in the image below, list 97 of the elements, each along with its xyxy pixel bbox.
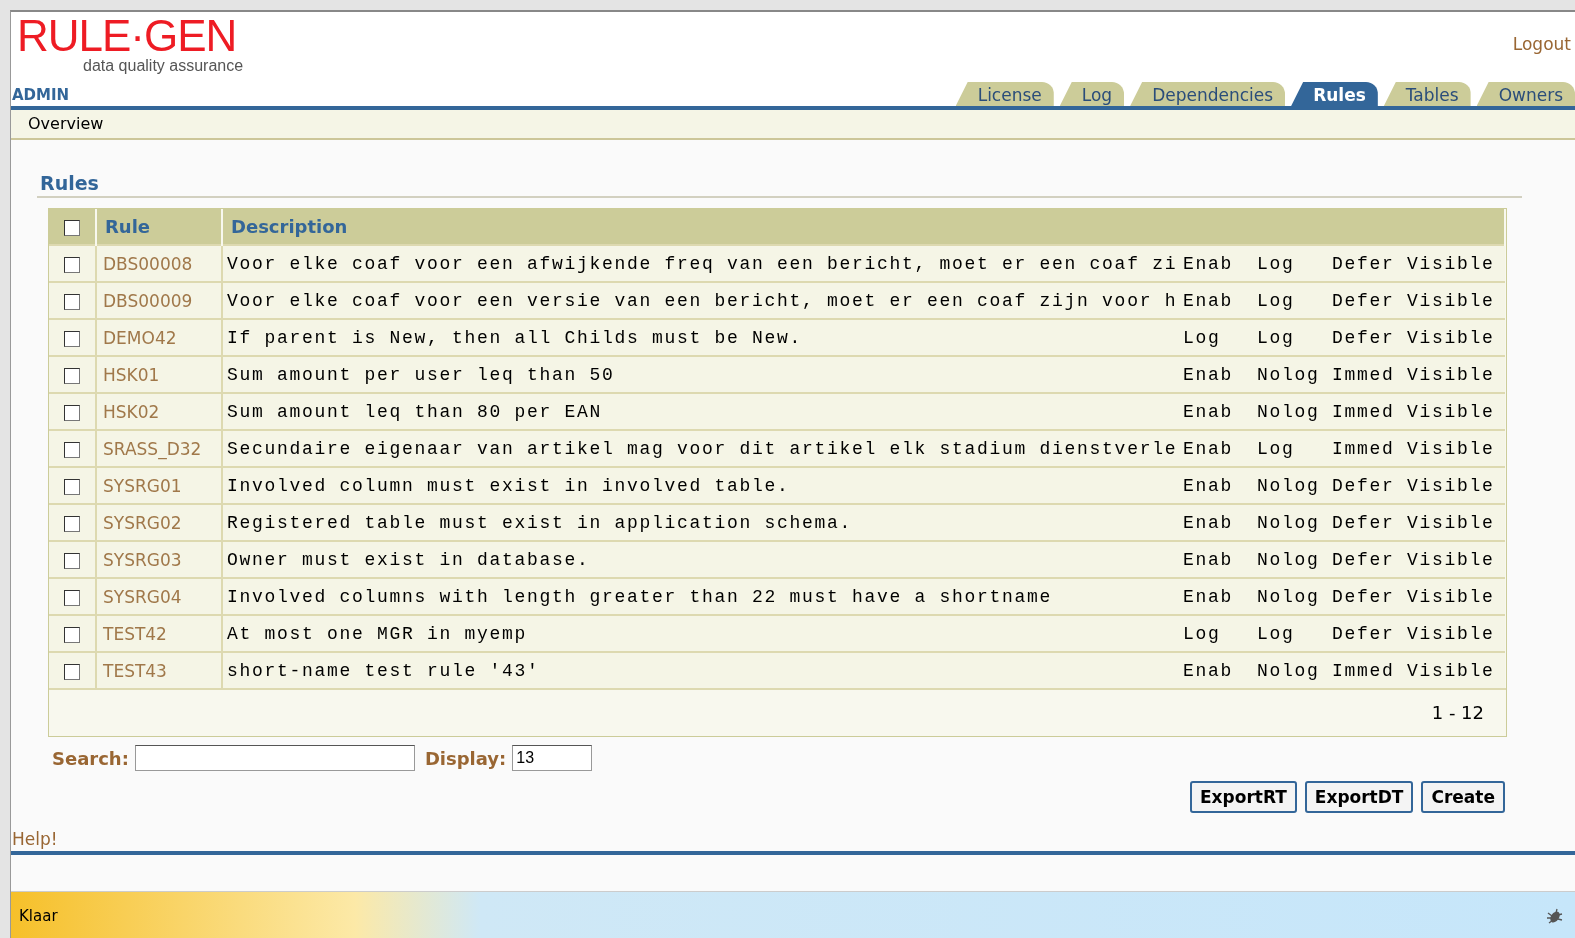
search-label: Search: <box>52 747 129 769</box>
table-cell: Visible <box>1403 578 1505 615</box>
table-cell: Enab <box>1179 467 1253 504</box>
description-cell: short-name test rule '43' <box>222 652 1179 688</box>
description-cell: Owner must exist in database. <box>222 541 1179 578</box>
nav-tab[interactable]: Tables <box>1383 82 1471 106</box>
row-checkbox[interactable] <box>64 552 80 569</box>
table-cell: Visible <box>1403 430 1505 467</box>
table-cell: Visible <box>1403 504 1505 541</box>
section-heading: Rules <box>37 172 1522 198</box>
table-cell: Nolog <box>1253 578 1328 615</box>
nav-tab[interactable]: Owners <box>1476 82 1575 106</box>
table-cell: Visible <box>1403 615 1505 652</box>
action-button[interactable]: ExportRT <box>1189 781 1297 813</box>
help-link[interactable]: Help! <box>12 829 58 849</box>
table-cell: Nolog <box>1253 393 1328 430</box>
table-cell: Enab <box>1179 356 1253 393</box>
table-cell: Visible <box>1403 467 1505 504</box>
description-cell: Sum amount per user leq than 50 <box>222 356 1179 393</box>
table-cell: Defer <box>1328 467 1403 504</box>
table-cell: Nolog <box>1253 541 1328 578</box>
table-cell: Immed <box>1328 356 1403 393</box>
display-field[interactable]: 13 <box>512 745 593 771</box>
table-cell: Nolog <box>1253 652 1328 688</box>
table-cell: Enab <box>1179 504 1253 541</box>
action-button[interactable]: Create <box>1421 781 1505 813</box>
row-checkbox[interactable] <box>64 330 80 347</box>
description-cell: Voor elke coaf voor een versie van een bericht, moet er een coaf zijn voor h <box>222 282 1179 319</box>
select-all-checkbox[interactable] <box>64 220 80 236</box>
description-cell: Involved columns with length greater than 22 must have a shortname <box>222 578 1179 615</box>
table-cell: Visible <box>1403 356 1505 393</box>
nav-tab[interactable]: Log <box>1059 82 1125 106</box>
table-cell: Defer <box>1328 245 1403 282</box>
nav-tab[interactable]: Dependencies <box>1130 82 1286 106</box>
column-header[interactable]: Rule <box>96 209 222 245</box>
table-cell: Visible <box>1403 541 1505 578</box>
description-cell: If parent is New, then all Childs must be New. <box>222 319 1179 356</box>
description-cell: Sum amount leq than 80 per EAN <box>222 393 1179 430</box>
table-cell: Defer <box>1328 541 1403 578</box>
description-cell: Secundaire eigenaar van artikel mag voor dit artikel elk stadium dienstverle <box>222 430 1179 467</box>
table-cell: Defer <box>1328 282 1403 319</box>
description-cell: At most one MGR in myemp <box>222 615 1179 652</box>
table-cell: Nolog <box>1253 467 1328 504</box>
table-cell: Defer <box>1328 504 1403 541</box>
row-checkbox[interactable] <box>64 663 80 680</box>
table-cell: Defer <box>1328 578 1403 615</box>
table-cell: Defer <box>1328 615 1403 652</box>
nav-tab[interactable]: Rules <box>1291 82 1378 106</box>
row-checkbox[interactable] <box>64 293 80 310</box>
overview-link[interactable]: Overview <box>28 114 104 133</box>
table-cell: Enab <box>1179 245 1253 282</box>
row-checkbox[interactable] <box>64 256 80 273</box>
table-cell: Visible <box>1403 393 1505 430</box>
record-range: 1 - 12 <box>1431 702 1484 723</box>
table-cell: Log <box>1253 615 1328 652</box>
table-cell: Immed <box>1328 652 1403 688</box>
row-checkbox[interactable] <box>64 626 80 643</box>
table-cell: Log <box>1253 430 1328 467</box>
status-text: Klaar <box>19 907 58 925</box>
table-cell: Immed <box>1328 430 1403 467</box>
row-checkbox[interactable] <box>64 404 80 421</box>
column-header[interactable]: Description <box>222 209 1505 245</box>
table-cell: Enab <box>1179 541 1253 578</box>
action-button[interactable]: ExportDT <box>1304 781 1414 813</box>
row-checkbox[interactable] <box>64 515 80 532</box>
table-cell: Nolog <box>1253 504 1328 541</box>
logout-link[interactable]: Logout <box>1512 34 1571 54</box>
table-cell: Log <box>1179 615 1253 652</box>
table-cell: Enab <box>1179 282 1253 319</box>
table-cell: Visible <box>1403 319 1505 356</box>
description-cell: Involved column must exist in involved table. <box>222 467 1179 504</box>
table-cell: Immed <box>1328 393 1403 430</box>
row-checkbox[interactable] <box>64 478 80 495</box>
table-cell: Enab <box>1179 578 1253 615</box>
row-checkbox[interactable] <box>64 441 80 458</box>
table-cell: Log <box>1253 319 1328 356</box>
row-checkbox[interactable] <box>64 367 80 384</box>
table-cell: Enab <box>1179 430 1253 467</box>
table-cell: Log <box>1253 282 1328 319</box>
table-cell: Visible <box>1403 282 1505 319</box>
table-cell: Log <box>1253 245 1328 282</box>
description-cell: Registered table must exist in application schema. <box>222 504 1179 541</box>
row-checkbox[interactable] <box>64 589 80 606</box>
table-cell: Visible <box>1403 245 1505 282</box>
table-cell: Enab <box>1179 393 1253 430</box>
display-label: Display: <box>424 747 507 769</box>
table-cell: Enab <box>1179 652 1253 688</box>
table-cell: Nolog <box>1253 356 1328 393</box>
nav-tab[interactable]: License <box>955 82 1054 106</box>
search-field[interactable] <box>134 745 415 771</box>
table-cell: Visible <box>1403 652 1505 688</box>
table-cell: Log <box>1179 319 1253 356</box>
logo-wordmark: RULE·GEN <box>17 16 238 56</box>
description-cell: Voor elke coaf voor een afwijkende freq van een bericht, moet er een coaf zi <box>222 245 1179 282</box>
table-cell: Defer <box>1328 319 1403 356</box>
user-name: ADMIN <box>12 86 71 104</box>
logo-tagline: data quality assurance <box>82 56 244 76</box>
